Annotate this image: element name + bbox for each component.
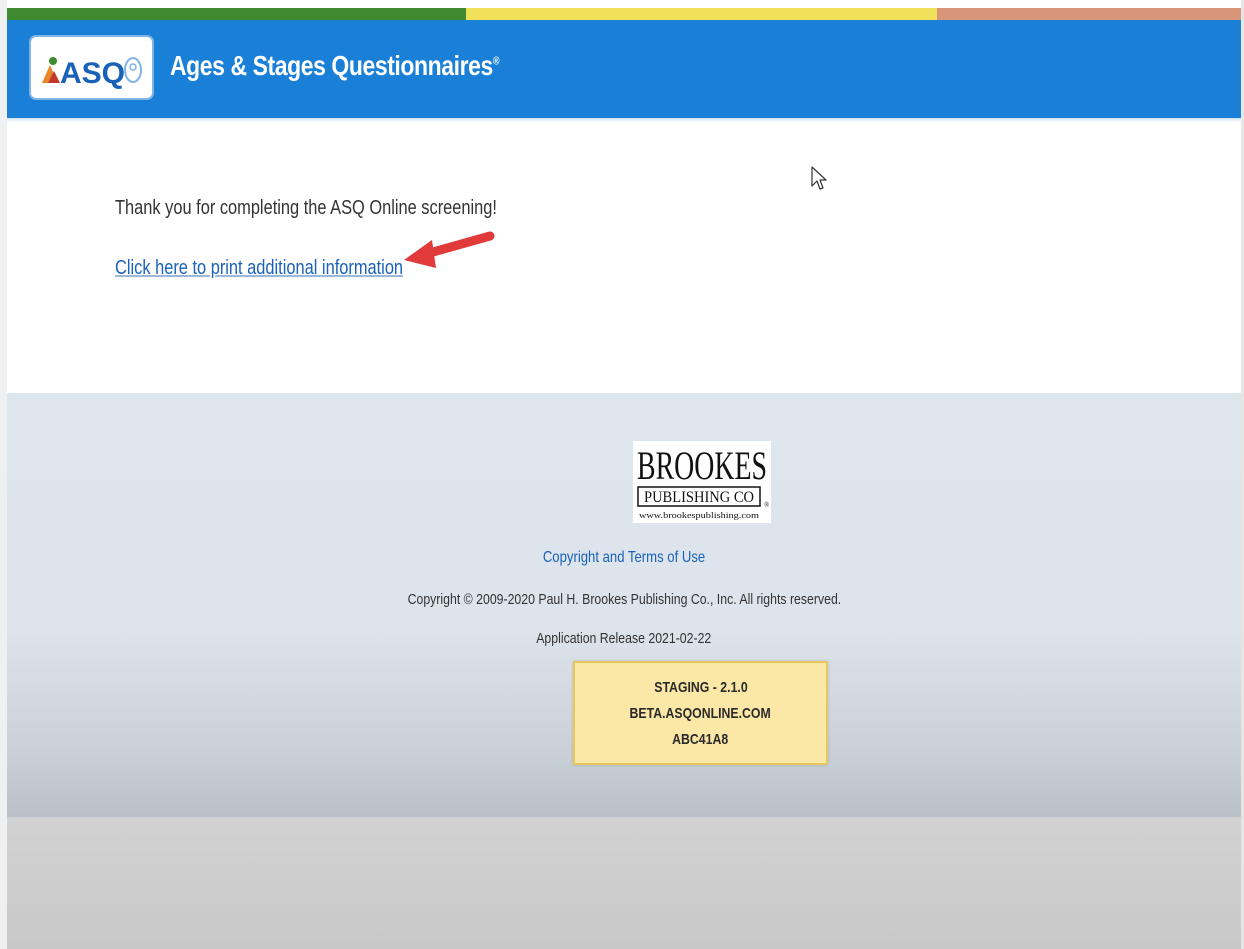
brookes-publishing-logo[interactable]: BROOKES PUBLISHING CO ® www.brookespubli… <box>633 441 771 523</box>
header-bar: ASQ Ages & Stages Questionnaires® <box>7 20 1241 122</box>
print-additional-info-link[interactable]: Click here to print additional informati… <box>115 257 403 280</box>
copyright-terms-link[interactable]: Copyright and Terms of Use <box>7 549 1241 567</box>
svg-text:ASQ: ASQ <box>60 57 125 90</box>
copyright-terms-link-text[interactable]: Copyright and Terms of Use <box>543 549 705 567</box>
registered-mark: ® <box>492 55 500 68</box>
strip-yellow <box>466 8 937 20</box>
app-title-text: Ages & Stages Questionnaires <box>170 50 493 81</box>
strip-salmon <box>937 8 1241 20</box>
mouse-cursor-icon <box>811 166 827 190</box>
footer: BROOKES PUBLISHING CO ® www.brookespubli… <box>7 393 1241 817</box>
page: ASQ Ages & Stages Questionnaires® Thank … <box>0 0 1244 949</box>
asq-logo-icon: ASQ <box>41 56 142 90</box>
copyright-notice-text: Copyright © 2009-2020 Paul H. Brookes Pu… <box>407 591 841 608</box>
brookes-logo-name: BROOKES <box>637 443 767 488</box>
app-title: Ages & Stages Questionnaires® <box>170 50 499 82</box>
asq-logo[interactable]: ASQ <box>31 37 152 98</box>
red-arrow-icon <box>404 231 495 268</box>
staging-version: STAGING - 2.1.0 <box>653 678 748 696</box>
page-bottom-area <box>7 817 1241 949</box>
color-strip <box>7 8 1241 20</box>
brookes-logo-sub: PUBLISHING CO <box>644 489 754 506</box>
application-release: Application Release 2021-02-22 <box>7 630 1241 647</box>
main-content: Thank you for completing the ASQ Online … <box>7 122 1241 392</box>
copyright-notice: Copyright © 2009-2020 Paul H. Brookes Pu… <box>7 591 1241 608</box>
brookes-logo-url: www.brookespublishing.com <box>639 511 760 520</box>
application-release-text: Application Release 2021-02-22 <box>536 630 712 647</box>
strip-green <box>7 8 466 20</box>
staging-info-box: STAGING - 2.1.0 BETA.ASQONLINE.COM ABC41… <box>573 661 828 765</box>
thanks-message: Thank you for completing the ASQ Online … <box>115 197 497 219</box>
svg-text:®: ® <box>764 501 770 509</box>
frame-edge-left <box>0 0 7 949</box>
staging-build-id: ABC41A8 <box>672 730 729 748</box>
staging-domain: BETA.ASQONLINE.COM <box>629 704 772 722</box>
